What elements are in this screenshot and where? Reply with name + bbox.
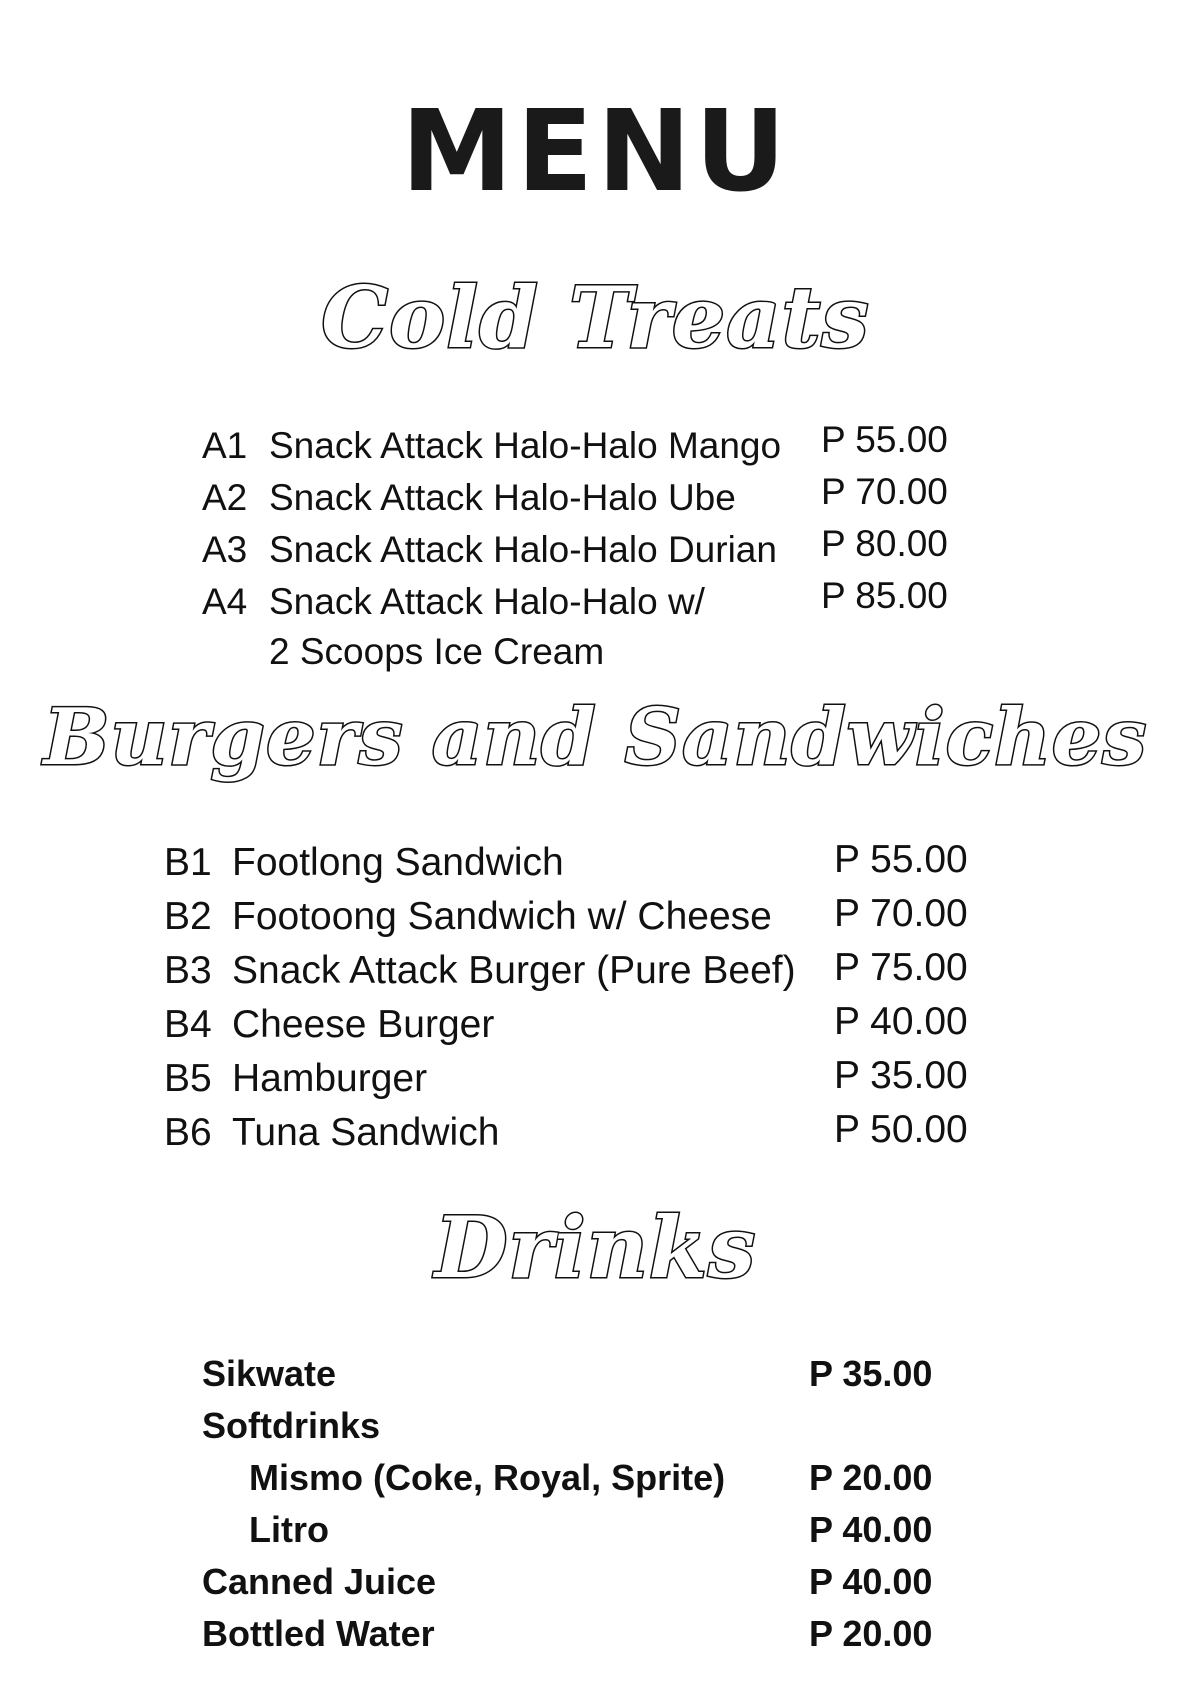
item-name: Bottled Water: [202, 1613, 435, 1654]
item-code: B5: [164, 1057, 212, 1100]
item-name: Litro: [249, 1509, 329, 1550]
section-heading-cold-treats: Cold Treats: [320, 267, 870, 369]
menu-item-b6: B6 Tuna Sandwich P 50.00: [164, 1106, 1034, 1158]
item-name: Sikwate: [202, 1353, 337, 1394]
item-code: A2: [202, 477, 248, 518]
item-code: A3: [202, 529, 248, 570]
menu-item-a2: A2 Snack Attack Halo-Halo Ube P 70.00: [202, 471, 1002, 524]
menu-item-b5: B5 Hamburger P 35.00: [164, 1052, 1034, 1104]
item-name: Snack Attack Halo-Halo Durian: [269, 529, 777, 570]
section-heading-drinks: Drinks: [433, 1197, 757, 1299]
item-name: Canned Juice: [202, 1561, 437, 1602]
item-name-continuation: 2 Scoops Ice Cream: [269, 631, 605, 672]
item-price: P 40.00: [809, 1509, 933, 1550]
menu-item-a3: A3 Snack Attack Halo-Halo Durian P 80.00: [202, 523, 1002, 576]
item-price: P 50.00: [834, 1108, 968, 1151]
item-name: Softdrinks: [202, 1405, 381, 1446]
menu-item-b1: B1 Footlong Sandwich P 55.00: [164, 836, 1034, 888]
item-name: Snack Attack Halo-Halo w/: [269, 581, 705, 622]
item-name: Footlong Sandwich: [232, 841, 564, 884]
item-name: Hamburger: [232, 1057, 428, 1100]
menu-item-a4: A4 Snack Attack Halo-Halo w/ P 85.00: [202, 575, 1002, 628]
item-code: A1: [202, 425, 248, 466]
menu-item-mismo: Mismo (Coke, Royal, Sprite) P 20.00: [202, 1452, 1002, 1504]
menu-item-b3: B3 Snack Attack Burger (Pure Beef) P 75.…: [164, 944, 1034, 996]
item-price: P 55.00: [821, 419, 948, 460]
section-heading-burgers-and-sandwiches: Burgers and Sandwiches: [42, 691, 1148, 785]
menu-item-litro: Litro P 40.00: [202, 1504, 1002, 1556]
item-name: Snack Attack Halo-Halo Mango: [269, 425, 782, 466]
menu-item-b2: B2 Footoong Sandwich w/ Cheese P 70.00: [164, 890, 1034, 942]
item-price: P 20.00: [809, 1457, 933, 1498]
item-code: B6: [164, 1111, 212, 1154]
item-code: B4: [164, 1003, 212, 1046]
item-price: P 40.00: [834, 1000, 968, 1043]
item-price: P 70.00: [834, 892, 968, 935]
menu-item-sikwate: Sikwate P 35.00: [202, 1348, 1002, 1400]
item-code: B2: [164, 895, 212, 938]
item-price: P 20.00: [809, 1613, 933, 1654]
menu-item-a1: A1 Snack Attack Halo-Halo Mango P 55.00: [202, 419, 1002, 472]
item-price: P 55.00: [834, 838, 968, 881]
item-price: P 40.00: [809, 1561, 933, 1602]
item-name: Tuna Sandwich: [232, 1111, 500, 1154]
item-code: B3: [164, 949, 212, 992]
page-title: MENU: [401, 87, 790, 217]
item-price: P 80.00: [821, 523, 948, 564]
item-price: P 75.00: [834, 946, 968, 989]
menu-item-bottled-water: Bottled Water P 20.00: [202, 1608, 1002, 1660]
item-name: Snack Attack Burger (Pure Beef): [232, 949, 796, 992]
item-name: Snack Attack Halo-Halo Ube: [269, 477, 736, 518]
item-price: P 70.00: [821, 471, 948, 512]
item-price: P 85.00: [821, 575, 948, 616]
item-code: B1: [164, 841, 212, 884]
item-price: P 35.00: [834, 1054, 968, 1097]
item-name: Mismo (Coke, Royal, Sprite): [249, 1457, 726, 1498]
item-name: Cheese Burger: [232, 1003, 495, 1046]
item-code: A4: [202, 581, 248, 622]
item-price: P 35.00: [809, 1353, 933, 1394]
menu-item-canned-juice: Canned Juice P 40.00: [202, 1556, 1002, 1608]
menu-item-b4: B4 Cheese Burger P 40.00: [164, 998, 1034, 1050]
menu-item-softdrinks: Softdrinks: [202, 1400, 1002, 1452]
item-name: Footoong Sandwich w/ Cheese: [232, 895, 772, 938]
